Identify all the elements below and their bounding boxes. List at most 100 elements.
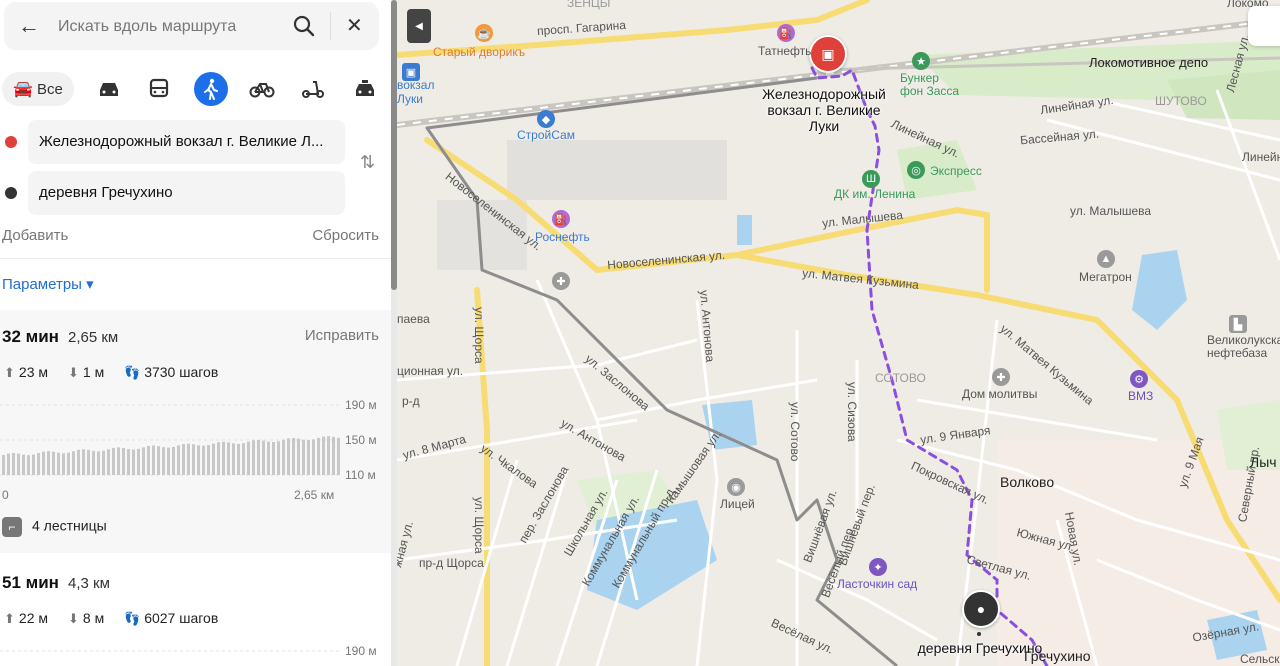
- street-label: паева: [397, 312, 430, 326]
- place-label: Экспресс: [930, 164, 982, 178]
- elevation-bar: [162, 447, 165, 475]
- triangle-left-icon: ◀: [415, 20, 423, 32]
- from-field[interactable]: Железнодорожный вокзал г. Великие Л...: [28, 120, 345, 164]
- descent-value: 1 м: [82, 364, 105, 380]
- map-canvas[interactable]: ☕ ⛽ ▣ ◆ ★ ◎ Ш ⛽ ✚ ▲ ▙ ✚ ⚙ ◉ ✦ ▣ ● просп.…: [397, 0, 1280, 666]
- elevation-bar: [277, 441, 280, 475]
- parameters-dropdown[interactable]: Параметры ▾: [2, 275, 94, 293]
- elevation-bar: [122, 447, 125, 475]
- fuel-station-icon[interactable]: ⛽: [777, 24, 795, 42]
- ascent-value: 23 м: [18, 364, 48, 380]
- mode-car-button[interactable]: [96, 72, 122, 106]
- village-label: Волково: [1000, 474, 1055, 490]
- elevation-bar: [227, 442, 230, 475]
- school-icon[interactable]: ◉: [727, 478, 745, 496]
- panel-scrollbar[interactable]: [391, 0, 397, 666]
- elevation-bar: [7, 453, 10, 475]
- elevation-bar: [147, 445, 150, 475]
- garden-icon[interactable]: ✦: [869, 558, 887, 576]
- place-label: Роснефть: [535, 230, 590, 244]
- search-icon[interactable]: [292, 14, 316, 38]
- elevation-bar: [17, 453, 20, 475]
- elevation-bar: [237, 443, 240, 475]
- route-option-1[interactable]: 32 мин 2,65 км Исправить ⬆ 23 м ⬇ 1 м 👣 373…: [0, 310, 391, 553]
- electronics-store-icon[interactable]: ▲: [1097, 250, 1115, 268]
- arrow-down-icon: ⬇: [68, 365, 79, 380]
- train-icon: ▣: [821, 45, 835, 62]
- street-label: ул. Сизова: [845, 382, 859, 442]
- culture-house-icon[interactable]: Ш: [862, 170, 880, 188]
- mode-bike-button[interactable]: [248, 72, 276, 106]
- elevation-bar: [47, 451, 50, 475]
- from-value: Железнодорожный вокзал г. Великие Л...: [39, 133, 324, 150]
- village-label: Гречухино: [1024, 648, 1091, 664]
- elevation-bar: [307, 440, 310, 475]
- route-end-pin[interactable]: ●: [962, 590, 1000, 628]
- elevation-bar: [187, 443, 190, 475]
- swap-points-icon[interactable]: ⇅: [360, 152, 375, 173]
- church-icon[interactable]: ✚: [992, 368, 1010, 386]
- transport-modes: 🚘 Все: [0, 70, 391, 108]
- shop-icon[interactable]: ◆: [537, 110, 555, 128]
- collapse-panel-button[interactable]: ◀: [407, 9, 431, 43]
- fuel-station-icon[interactable]: ⛽: [552, 210, 570, 228]
- place-label: Старый дворикъ: [433, 45, 526, 59]
- bus-icon: [149, 78, 169, 98]
- place-label: Локомотивное депо: [1089, 55, 1209, 70]
- mode-bus-button[interactable]: [146, 72, 172, 106]
- arrow-down-icon: ⬇: [68, 611, 79, 626]
- place-label: ДК им. Ленина: [834, 187, 916, 201]
- steps-value: 6027 шагов: [144, 610, 219, 626]
- mode-walk-button[interactable]: [194, 72, 228, 106]
- factory-icon[interactable]: ⚙: [1130, 370, 1148, 388]
- mode-scooter-button[interactable]: [300, 72, 326, 106]
- close-icon[interactable]: ✕: [346, 14, 363, 38]
- street-label: ул. Щорса: [472, 307, 486, 364]
- footsteps-icon: 👣: [124, 611, 141, 626]
- express-shop-icon[interactable]: ◎: [907, 161, 925, 179]
- elevation-bar: [262, 440, 265, 475]
- add-point-button[interactable]: Добавить: [2, 227, 68, 244]
- cafe-icon[interactable]: ☕: [475, 24, 493, 42]
- elevation-bar: [27, 455, 30, 475]
- reset-button[interactable]: Сбросить: [312, 227, 379, 244]
- scooter-icon: [302, 81, 324, 98]
- church-icon[interactable]: ✚: [552, 272, 570, 290]
- arrow-up-icon: ⬆: [4, 365, 15, 380]
- mode-all-button[interactable]: 🚘 Все: [2, 72, 74, 106]
- divider: [0, 258, 391, 259]
- street-label: ул. Щорса: [472, 497, 486, 554]
- elevation-bar: [337, 437, 340, 475]
- footsteps-icon: 👣: [124, 365, 141, 380]
- place-label: Сельск: [1240, 652, 1280, 666]
- elevation-bar: [207, 445, 210, 475]
- steps-value: 3730 шагов: [144, 364, 219, 380]
- ascent-value: 22 м: [18, 610, 48, 626]
- elevation-bar: [332, 436, 335, 475]
- district-label: ЗЕНЦЫ: [567, 0, 611, 10]
- ascent-stat: ⬆ 23 м: [4, 364, 48, 381]
- landmark-star-icon[interactable]: ★: [912, 52, 930, 70]
- stairs-info: ⌐ 4 лестницы: [2, 517, 107, 537]
- factory-icon[interactable]: ▙: [1229, 315, 1247, 333]
- route-start-pin[interactable]: ▣: [809, 35, 847, 73]
- street-label: ционная ул.: [397, 364, 464, 378]
- mode-taxi-button[interactable]: [352, 72, 378, 106]
- elevation-bar: [87, 449, 90, 475]
- elevation-bar: [2, 455, 5, 475]
- elevation-bar: [257, 439, 260, 475]
- location-marker-icon: ●: [976, 601, 986, 617]
- scrollbar-thumb[interactable]: [391, 0, 397, 290]
- steps-stat: 👣 3730 шагов: [124, 364, 218, 381]
- fix-route-button[interactable]: Исправить: [305, 327, 379, 344]
- map-layers-button[interactable]: [1248, 6, 1280, 46]
- back-arrow-icon[interactable]: ←: [18, 14, 40, 38]
- arrow-up-icon: ⬆: [4, 611, 15, 626]
- ascent-stat: ⬆ 22 м: [4, 610, 48, 627]
- search-input[interactable]: [56, 14, 280, 40]
- descent-stat: ⬇ 1 м: [68, 364, 104, 381]
- to-field[interactable]: деревня Гречухино: [28, 171, 345, 215]
- route-option-2[interactable]: 51 мин 4,3 км ⬆ 22 м ⬇ 8 м 👣 6027 шагов 190…: [0, 556, 391, 666]
- elevation-bar: [172, 446, 175, 475]
- pedestrian-icon: [204, 78, 218, 100]
